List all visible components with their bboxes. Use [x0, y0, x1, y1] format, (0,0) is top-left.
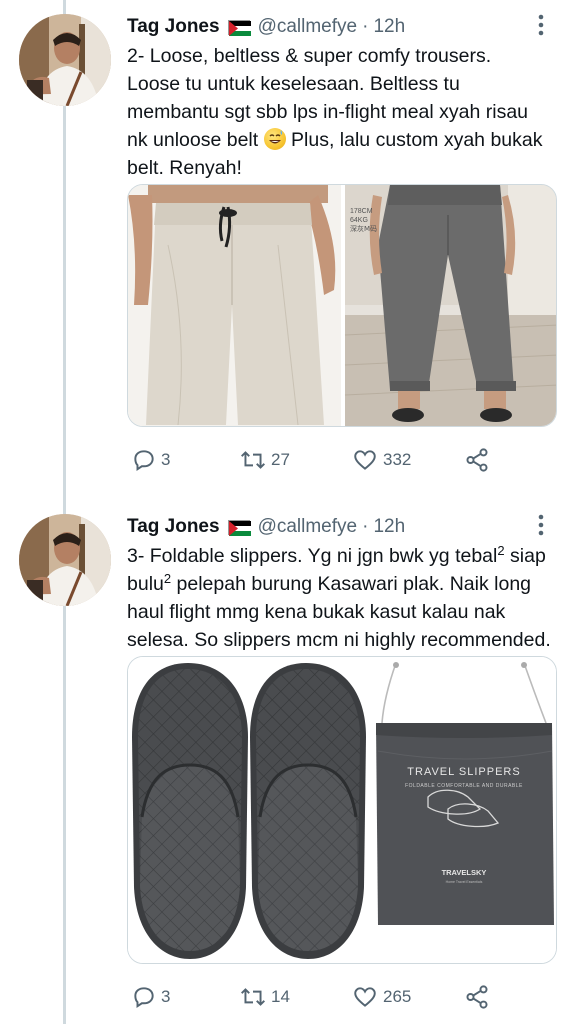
slippers-image[interactable]: TRAVEL SLIPPERS FOLDABLE COMFORTABLE AND…: [128, 657, 557, 964]
size-overlay-line: 深灰M码: [350, 224, 377, 233]
avatar[interactable]: [19, 14, 111, 106]
retweet-count: 14: [271, 987, 290, 1006]
trousers-grey-image[interactable]: [344, 185, 557, 427]
author-handle[interactable]: @callmefye: [258, 516, 358, 538]
tweet-text-line: Loose tu untuk keselesaan. Beltless tu: [127, 73, 460, 95]
tweet-text-line: 3- Foldable slippers. Yg ni jgn bwk yg t…: [127, 542, 559, 570]
share-button[interactable]: [463, 984, 491, 1010]
like-button[interactable]: 265: [351, 984, 411, 1010]
reply-icon: [134, 450, 154, 472]
tweet-text-line: bulu2 pelepah burung Kasawari plak. Naik…: [127, 570, 559, 598]
tweet-text-line: haul flight mmg kena bukak kasut kalau n…: [127, 601, 506, 623]
size-overlay-line: 64KG: [350, 217, 368, 224]
reply-count: 3: [161, 450, 171, 469]
reply-count: 3: [161, 987, 171, 1006]
tweet-text-segment: pelepah burung Kasawari plak. Naik long: [171, 573, 532, 595]
trousers-white-image[interactable]: [128, 185, 341, 427]
reply-button[interactable]: 3: [131, 984, 170, 1010]
timestamp[interactable]: 12h: [373, 16, 405, 38]
grinning-sweat-emoji-icon: [263, 128, 286, 150]
tweet-1[interactable]: Tag Jones @callmefye · 12h 2- Loose, bel…: [0, 0, 576, 500]
tweet-actions: 3 27 332: [127, 445, 567, 475]
author-name[interactable]: Tag Jones: [127, 16, 220, 38]
tweet-text-segment: siap: [504, 545, 546, 567]
tweet-header: Tag Jones @callmefye · 12h: [127, 514, 556, 540]
retweet-button[interactable]: 14: [239, 984, 290, 1010]
heart-icon: [354, 450, 376, 470]
like-count: 265: [383, 987, 412, 1006]
heart-icon: [354, 987, 376, 1007]
reply-icon: [134, 987, 154, 1009]
separator-dot: ·: [362, 516, 369, 537]
reply-button[interactable]: 3: [131, 447, 170, 473]
like-button[interactable]: 332: [351, 447, 411, 473]
tweet-header: Tag Jones @callmefye · 12h: [127, 14, 556, 40]
media-images[interactable]: 178CM 64KG 深灰M码: [128, 185, 557, 427]
share-icon: [466, 985, 488, 1009]
tweet-text-segment: 3- Foldable slippers. Yg ni jgn bwk yg t…: [127, 545, 498, 567]
tweet-text: 2- Loose, beltless & super comfy trouser…: [127, 42, 559, 182]
share-button[interactable]: [463, 447, 491, 473]
tweet-media[interactable]: TRAVEL SLIPPERS FOLDABLE COMFORTABLE AND…: [127, 656, 557, 964]
more-vertical-icon[interactable]: [538, 14, 544, 42]
bag-title: TRAVEL SLIPPERS: [407, 766, 520, 778]
author-handle[interactable]: @callmefye: [258, 16, 358, 38]
tweet-text-line: 2- Loose, beltless & super comfy trouser…: [127, 45, 492, 67]
bag-subtitle: FOLDABLE COMFORTABLE AND DURABLE: [405, 783, 523, 789]
palestine-flag-icon: [227, 519, 251, 536]
separator-dot: ·: [362, 16, 369, 37]
tweet-2[interactable]: Tag Jones @callmefye · 12h 3- Foldable s…: [0, 500, 576, 1024]
tweet-text-line: membantu sgt sbb lps in-flight meal xyah…: [127, 101, 529, 123]
size-overlay-line: 178CM: [350, 208, 373, 215]
superscript: 2: [497, 543, 505, 558]
retweet-icon: [241, 988, 265, 1006]
retweet-count: 27: [271, 450, 290, 469]
more-vertical-icon[interactable]: [538, 514, 544, 542]
bag-brand: TRAVELSKY: [442, 868, 487, 877]
palestine-flag-icon: [227, 19, 251, 36]
tweet-media-grid[interactable]: 178CM 64KG 深灰M码: [127, 184, 557, 427]
retweet-button[interactable]: 27: [239, 447, 290, 473]
tweet-text-line: nk unloose belt Plus, lalu custom xyah b…: [127, 126, 559, 154]
bag-brand-sub: Home Travel Essentials: [446, 880, 483, 884]
avatar[interactable]: [19, 514, 111, 606]
share-icon: [466, 448, 488, 472]
like-count: 332: [383, 450, 412, 469]
tweet-text-line: selesa. So slippers mcm ni highly recomm…: [127, 629, 551, 651]
timestamp[interactable]: 12h: [373, 516, 405, 538]
author-name[interactable]: Tag Jones: [127, 516, 220, 538]
tweet-text-line: belt. Renyah!: [127, 157, 242, 179]
tweet-actions: 3 14 265: [127, 982, 567, 1012]
tweet-text-segment: bulu: [127, 573, 164, 595]
tweet-text-segment: Plus, lalu custom xyah bukak: [285, 129, 543, 151]
retweet-icon: [241, 451, 265, 469]
tweet-text: 3- Foldable slippers. Yg ni jgn bwk yg t…: [127, 542, 559, 654]
tweet-text-segment: nk unloose belt: [127, 129, 259, 151]
